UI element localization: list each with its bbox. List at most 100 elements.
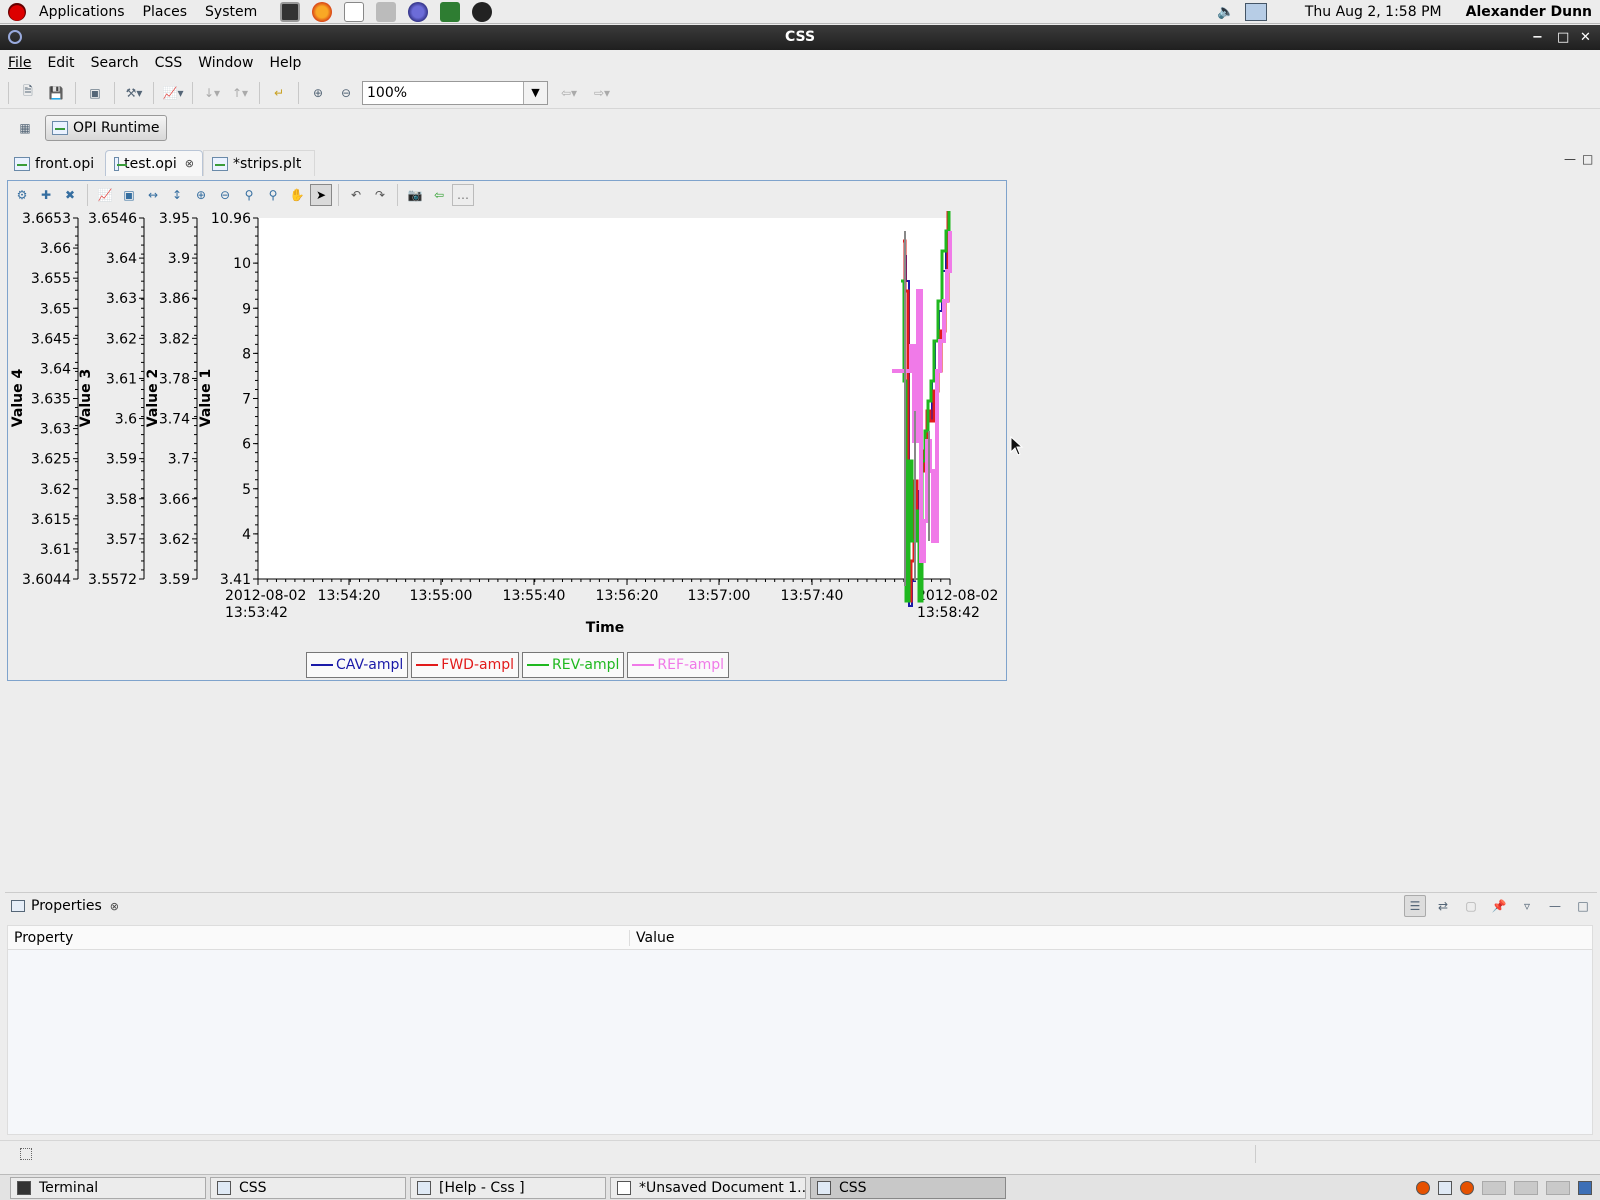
tab-front-opi[interactable]: front.opi [5, 150, 105, 176]
zoom-out-icon[interactable]: ⊖ [335, 82, 357, 104]
configure-graph-icon[interactable]: ⚙ [11, 184, 33, 206]
tab-strips-plt[interactable]: *strips.plt [203, 150, 315, 176]
column-value[interactable]: Value [630, 930, 674, 946]
trash-icon[interactable] [1578, 1180, 1592, 1195]
undo-icon[interactable]: ↶ [345, 184, 367, 206]
firefox-launcher-icon[interactable] [312, 1, 333, 22]
tab-test-opi[interactable]: test.opi ⊗ [105, 150, 203, 176]
zoom-combo[interactable]: 100% ▼ [362, 80, 548, 105]
open-perspective-icon[interactable]: ▦ [14, 117, 36, 139]
tray-firefox-icon[interactable] [1416, 1180, 1430, 1195]
zoom-out-x-icon[interactable]: ⚲ [262, 184, 284, 206]
remove-annotation-icon[interactable]: ✖ [59, 184, 81, 206]
tools-dropdown-icon[interactable]: ⚒▾ [123, 82, 145, 104]
zoom-in-graph-icon[interactable]: ⊕ [190, 184, 212, 206]
legend-item[interactable]: CAV-ampl [306, 652, 409, 678]
run-opi-icon[interactable]: ▣ [84, 82, 106, 104]
xy-graph[interactable]: 3.66533.663.6553.653.6453.643.6353.633.6… [8, 211, 1006, 651]
horizontal-zoom-icon[interactable]: ↔ [142, 184, 164, 206]
eclipse-launcher-icon[interactable] [408, 1, 429, 22]
chevron-down-icon[interactable]: ▼ [523, 81, 547, 104]
close-properties-icon[interactable]: ⊗ [110, 900, 119, 913]
menu-search[interactable]: Search [83, 50, 147, 76]
advanced-properties-icon[interactable]: ⇄ [1432, 895, 1454, 917]
taskbar-item-help-css[interactable]: [Help - Css ] [410, 1176, 606, 1199]
forward-icon[interactable]: ⇨▾ [591, 82, 613, 104]
opi-display-editor[interactable]: ⚙ ✚ ✖ 📈 ▣ ↔ ↕ ⊕ ⊖ ⚲ ⚲ ✋ ➤ ↶ ↷ 📷 ⇦ … 3.66… [7, 180, 1007, 681]
more-icon[interactable]: … [452, 184, 474, 206]
taskbar-item-terminal[interactable]: Terminal [10, 1176, 206, 1199]
legend-label: REV-ampl [552, 657, 620, 673]
pan-icon[interactable]: ✋ [286, 184, 308, 206]
last-edit-icon[interactable]: ↵ [268, 82, 290, 104]
system-monitor-launcher-icon[interactable] [440, 1, 461, 22]
redo-icon[interactable]: ↷ [369, 184, 391, 206]
rubberband-zoom-icon[interactable]: ▣ [118, 184, 140, 206]
network-status-icon[interactable] [1244, 2, 1267, 21]
menu-help[interactable]: Help [261, 50, 309, 76]
applications-menu[interactable]: Applications [30, 0, 134, 24]
next-annotation-icon[interactable]: ↓▾ [201, 82, 223, 104]
restore-default-icon[interactable]: ▢ [1460, 895, 1482, 917]
tray-css-icon[interactable] [1438, 1180, 1452, 1195]
snapshot-camera-icon[interactable]: 📷 [404, 184, 426, 206]
fast-view-icon[interactable] [20, 1148, 32, 1160]
maximize-properties-icon[interactable]: □ [1572, 895, 1594, 917]
legend-item[interactable]: FWD-ampl [411, 652, 519, 678]
sound-recorder-launcher-icon[interactable] [472, 1, 493, 22]
add-annotation-icon[interactable]: ✚ [35, 184, 57, 206]
taskbar-item-unsaved-document[interactable]: *Unsaved Document 1... [610, 1176, 806, 1199]
window-app-icon[interactable] [8, 30, 22, 44]
minimize-icon[interactable]: − [1532, 25, 1543, 50]
properties-table[interactable]: Property Value [7, 925, 1593, 1135]
menu-css[interactable]: CSS [147, 50, 191, 76]
legend-item[interactable]: REV-ampl [522, 652, 625, 678]
pin-view-icon[interactable]: 📌 [1488, 895, 1510, 917]
categories-toggle-icon[interactable]: ☰ [1404, 895, 1426, 917]
back-icon[interactable]: ⇦▾ [558, 82, 580, 104]
network-launcher-icon[interactable] [376, 1, 397, 22]
maximize-view-icon[interactable]: □ [1582, 152, 1593, 166]
menu-edit[interactable]: Edit [39, 50, 82, 76]
minimize-properties-icon[interactable]: — [1544, 895, 1566, 917]
zoom-out-graph-icon[interactable]: ⊖ [214, 184, 236, 206]
vertical-zoom-icon[interactable]: ↕ [166, 184, 188, 206]
tray-firefox2-icon[interactable] [1460, 1180, 1474, 1195]
pointer-icon[interactable]: ➤ [310, 184, 332, 206]
workspace-2-icon[interactable] [1514, 1180, 1538, 1195]
zoom-in-x-icon[interactable]: ⚲ [238, 184, 260, 206]
view-menu-icon[interactable]: ▿ [1516, 895, 1538, 917]
maximize-icon[interactable]: □ [1557, 25, 1569, 50]
zoom-in-icon[interactable]: ⊕ [307, 82, 329, 104]
prev-annotation-icon[interactable]: ↑▾ [229, 82, 251, 104]
user-name[interactable]: Alexander Dunn [1466, 4, 1592, 20]
legend-item[interactable]: REF-ampl [627, 652, 730, 678]
toolbar-separator [192, 81, 193, 104]
clock[interactable]: Thu Aug 2, 1:58 PM [1305, 4, 1442, 20]
terminal-launcher-icon[interactable] [280, 1, 301, 22]
minimize-view-icon[interactable]: — [1564, 152, 1576, 166]
redhat-logo-icon[interactable] [8, 2, 26, 21]
save-icon[interactable]: 💾 [45, 82, 67, 104]
perspective-button[interactable]: OPI Runtime [45, 115, 167, 141]
back-arrow-icon[interactable]: ⇦ [428, 184, 450, 206]
properties-title[interactable]: Properties [31, 898, 102, 914]
new-file-icon[interactable]: 🗎 [17, 82, 39, 104]
autoscale-icon[interactable]: 📈 [94, 184, 116, 206]
workspace-3-icon[interactable] [1546, 1180, 1570, 1195]
menu-file[interactable]: File [0, 50, 39, 76]
system-menu[interactable]: System [196, 0, 266, 24]
menu-window[interactable]: Window [190, 50, 261, 76]
taskbar-item-css-active[interactable]: CSS [810, 1176, 1006, 1199]
places-menu[interactable]: Places [134, 0, 197, 24]
close-tab-icon[interactable]: ⊗ [185, 157, 194, 170]
column-property[interactable]: Property [8, 929, 630, 946]
text-editor-launcher-icon[interactable] [344, 1, 365, 22]
zoom-value[interactable]: 100% [363, 85, 523, 101]
taskbar-item-css[interactable]: CSS [210, 1176, 406, 1199]
workspace-1-icon[interactable] [1482, 1180, 1506, 1195]
window-title-bar[interactable]: CSS − □ ✕ [0, 25, 1600, 50]
close-window-icon[interactable]: ✕ [1580, 25, 1591, 50]
chart-dropdown-icon[interactable]: 📈▾ [162, 82, 184, 104]
volume-muted-icon[interactable]: 🔈 [1217, 4, 1234, 20]
